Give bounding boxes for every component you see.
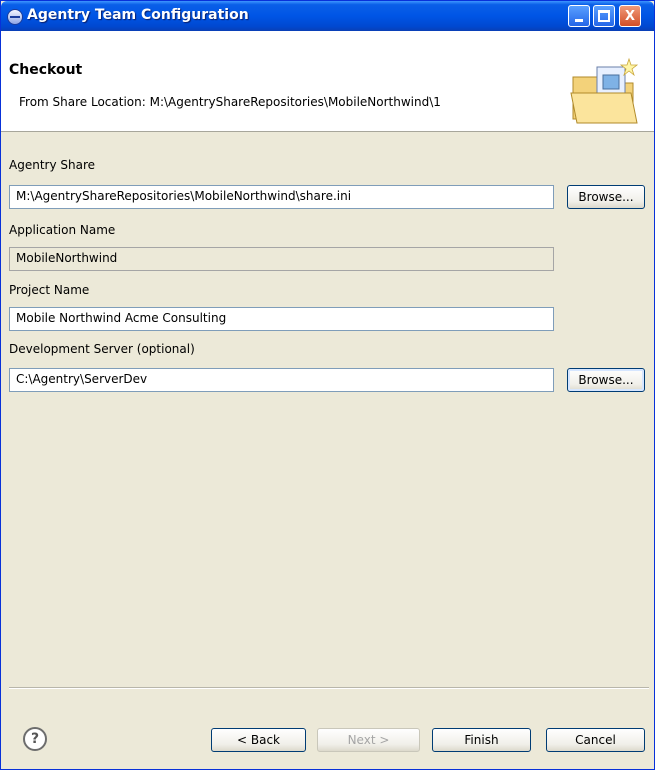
page-title: Checkout [9, 62, 83, 78]
development-server-browse-button[interactable]: Browse... [567, 368, 645, 392]
app-icon [7, 9, 23, 25]
application-name-field: MobileNorthwind [9, 247, 554, 271]
application-name-label: Application Name [9, 223, 116, 237]
page-description: From Share Location: M:\AgentryShareRepo… [19, 95, 441, 109]
title-bar[interactable]: Agentry Team Configuration X [1, 1, 654, 31]
development-server-label: Development Server (optional) [9, 342, 195, 356]
project-name-label: Project Name [9, 283, 90, 297]
project-name-input[interactable]: Mobile Northwind Acme Consulting [9, 307, 554, 331]
dialog-window: Agentry Team Configuration X Checkout Fr… [0, 0, 655, 770]
maximize-button[interactable] [593, 5, 615, 27]
close-button[interactable]: X [619, 5, 641, 27]
close-icon: X [624, 9, 636, 24]
development-server-input[interactable]: C:\Agentry\ServerDev [9, 368, 554, 392]
agentry-share-label: Agentry Share [9, 158, 95, 172]
maximize-icon [598, 10, 610, 22]
wizard-header: Checkout From Share Location: M:\Agentry… [1, 31, 654, 132]
open-folder-icon [570, 57, 639, 124]
help-icon[interactable]: ? [23, 727, 47, 751]
cancel-button[interactable]: Cancel [546, 728, 645, 752]
agentry-share-input[interactable]: M:\AgentryShareRepositories\MobileNorthw… [9, 185, 554, 209]
minimize-icon [575, 19, 583, 22]
minimize-button[interactable] [568, 5, 590, 27]
footer-separator [9, 687, 649, 689]
window-title: Agentry Team Configuration [27, 7, 249, 23]
next-button[interactable]: Next > [317, 728, 420, 752]
finish-button[interactable]: Finish [432, 728, 531, 752]
back-button[interactable]: < Back [211, 728, 306, 752]
agentry-share-browse-button[interactable]: Browse... [567, 185, 645, 209]
